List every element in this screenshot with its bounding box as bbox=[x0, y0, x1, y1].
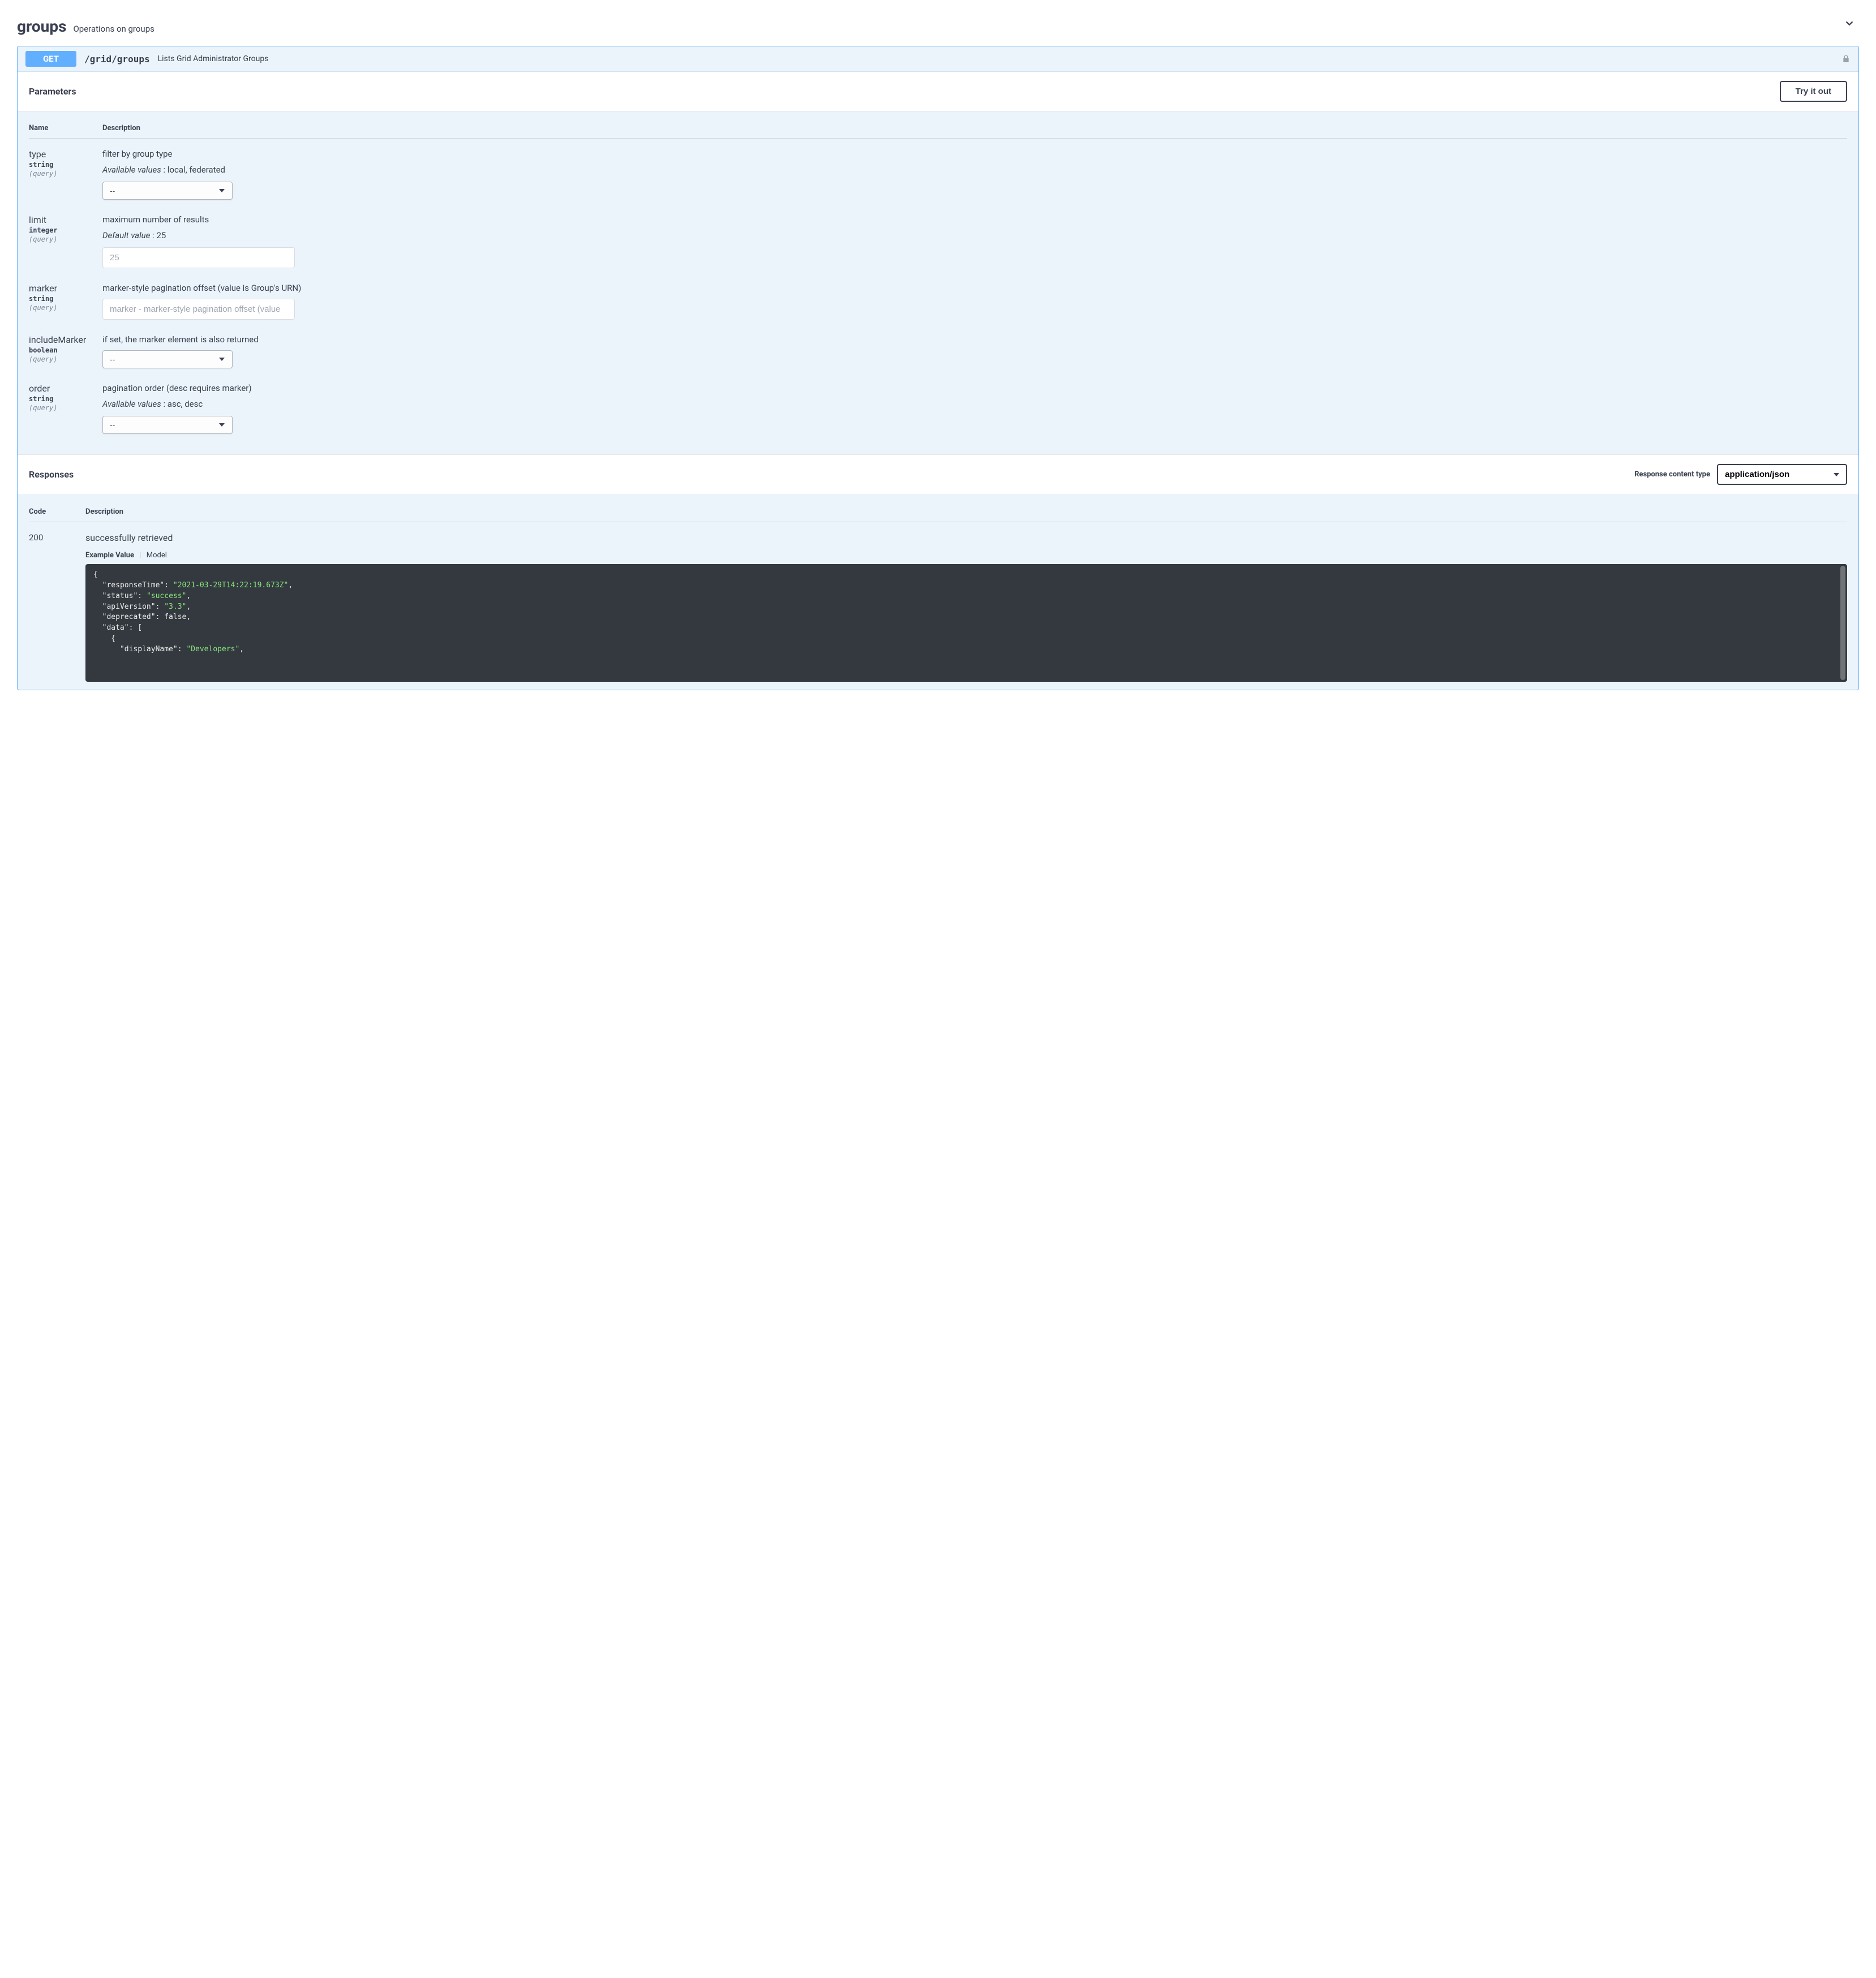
param-default-value: Default value : 25 bbox=[102, 230, 1847, 240]
param-include-marker-select[interactable]: -- bbox=[102, 350, 233, 368]
param-row-limit: limit integer (query) maximum number of … bbox=[29, 204, 1847, 273]
param-marker-input[interactable] bbox=[102, 299, 295, 320]
responses-header: Responses Response content type applicat… bbox=[18, 454, 1858, 494]
param-location: (query) bbox=[29, 235, 102, 243]
response-tabs: Example Value | Model bbox=[85, 551, 1847, 560]
param-name: order bbox=[29, 383, 102, 394]
param-type: string bbox=[29, 395, 102, 403]
response-description: successfully retrieved bbox=[85, 532, 1847, 543]
response-code: 200 bbox=[29, 532, 85, 682]
tab-separator: | bbox=[139, 551, 141, 560]
section-header[interactable]: groups Operations on groups bbox=[17, 11, 1859, 46]
column-description: Description bbox=[102, 124, 1847, 132]
param-location: (query) bbox=[29, 355, 102, 363]
section-subtitle: Operations on groups bbox=[73, 24, 154, 34]
tab-model[interactable]: Model bbox=[147, 551, 167, 560]
column-code: Code bbox=[29, 508, 85, 516]
param-type: integer bbox=[29, 226, 102, 234]
param-limit-input[interactable] bbox=[102, 247, 295, 268]
operation-block: GET /grid/groups Lists Grid Administrato… bbox=[17, 46, 1859, 690]
tab-example-value[interactable]: Example Value bbox=[85, 551, 134, 560]
param-type: string bbox=[29, 295, 102, 303]
param-location: (query) bbox=[29, 170, 102, 178]
chevron-down-icon[interactable] bbox=[1843, 17, 1856, 29]
param-order-select[interactable]: -- bbox=[102, 416, 233, 434]
param-name: marker bbox=[29, 283, 102, 294]
param-row-type: type string (query) filter by group type… bbox=[29, 139, 1847, 204]
param-row-order: order string (query) pagination order (d… bbox=[29, 373, 1847, 438]
response-row-200: 200 successfully retrieved Example Value… bbox=[29, 522, 1847, 682]
response-example-code[interactable]: { "responseTime": "2021-03-29T14:22:19.6… bbox=[85, 564, 1847, 682]
param-type-select[interactable]: -- bbox=[102, 182, 233, 200]
param-type: boolean bbox=[29, 346, 102, 354]
column-description: Description bbox=[85, 508, 1847, 516]
param-description: marker-style pagination offset (value is… bbox=[102, 283, 1847, 293]
param-available-values: Available values : asc, desc bbox=[102, 399, 1847, 409]
param-available-values: Available values : local, federated bbox=[102, 165, 1847, 175]
try-it-out-button[interactable]: Try it out bbox=[1780, 81, 1847, 102]
lock-icon[interactable] bbox=[1841, 54, 1851, 63]
responses-table-header: Code Description bbox=[29, 502, 1847, 522]
method-badge: GET bbox=[25, 51, 76, 67]
parameters-table: Name Description type string (query) fil… bbox=[18, 111, 1858, 454]
responses-body: Code Description 200 successfully retrie… bbox=[18, 494, 1858, 690]
param-row-marker: marker string (query) marker-style pagin… bbox=[29, 273, 1847, 324]
param-name: includeMarker bbox=[29, 334, 102, 345]
param-type: string bbox=[29, 161, 102, 169]
parameters-table-header: Name Description bbox=[29, 118, 1847, 139]
param-name: limit bbox=[29, 214, 102, 225]
operation-description: Lists Grid Administrator Groups bbox=[158, 54, 269, 63]
operation-path: /grid/groups bbox=[84, 54, 150, 64]
parameters-heading: Parameters bbox=[29, 86, 76, 97]
param-location: (query) bbox=[29, 304, 102, 312]
param-row-include-marker: includeMarker boolean (query) if set, th… bbox=[29, 324, 1847, 373]
response-content-type-select[interactable]: application/json bbox=[1717, 464, 1847, 485]
param-description: filter by group type bbox=[102, 149, 1847, 159]
param-description: maximum number of results bbox=[102, 214, 1847, 225]
column-name: Name bbox=[29, 124, 102, 132]
scrollbar[interactable] bbox=[1840, 566, 1845, 680]
response-content-type-label: Response content type bbox=[1634, 470, 1710, 479]
param-name: type bbox=[29, 149, 102, 160]
param-description: pagination order (desc requires marker) bbox=[102, 383, 1847, 393]
param-location: (query) bbox=[29, 404, 102, 412]
responses-heading: Responses bbox=[29, 469, 74, 480]
operation-summary[interactable]: GET /grid/groups Lists Grid Administrato… bbox=[18, 46, 1858, 72]
section-title: groups bbox=[17, 17, 66, 36]
param-description: if set, the marker element is also retur… bbox=[102, 334, 1847, 345]
parameters-section-header: Parameters Try it out bbox=[18, 72, 1858, 111]
